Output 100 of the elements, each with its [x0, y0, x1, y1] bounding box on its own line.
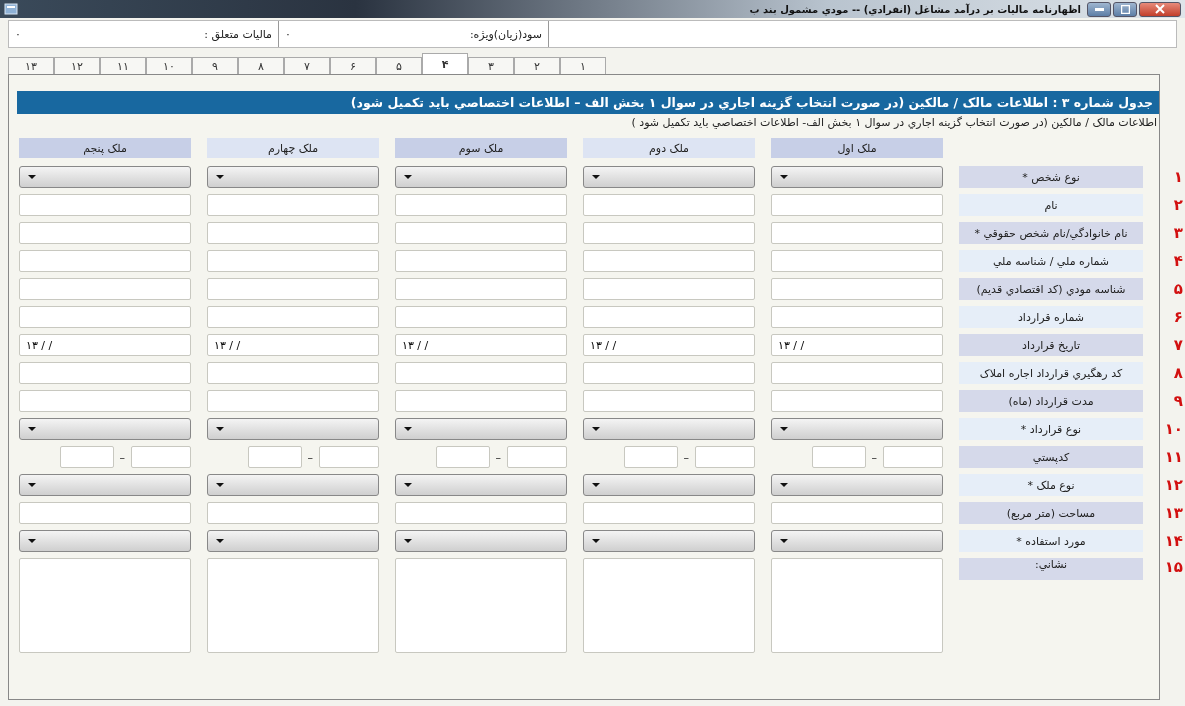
dropdown[interactable] — [19, 474, 191, 496]
input-field[interactable] — [19, 390, 191, 412]
input-field[interactable] — [395, 502, 567, 524]
maximize-button[interactable] — [1113, 1, 1137, 17]
input-field[interactable] — [395, 306, 567, 328]
dropdown[interactable] — [583, 530, 755, 552]
input-field[interactable] — [247, 446, 302, 468]
input-field[interactable] — [583, 194, 755, 216]
tab[interactable]: ۱۱ — [100, 57, 146, 74]
date-field[interactable]: ۱۳ / / — [395, 334, 567, 356]
input-field[interactable] — [583, 362, 755, 384]
text-area[interactable] — [207, 558, 379, 653]
input-field[interactable] — [19, 278, 191, 300]
input-field[interactable] — [19, 502, 191, 524]
input-field[interactable] — [19, 222, 191, 244]
input-field[interactable] — [771, 390, 943, 412]
input-field[interactable] — [207, 306, 379, 328]
dropdown[interactable] — [395, 418, 567, 440]
input-field[interactable] — [207, 278, 379, 300]
input-field[interactable] — [207, 250, 379, 272]
dropdown[interactable] — [771, 530, 943, 552]
input-field[interactable] — [207, 390, 379, 412]
input-field[interactable] — [583, 278, 755, 300]
text-area[interactable] — [771, 558, 943, 653]
input-field[interactable] — [583, 390, 755, 412]
input-field[interactable] — [395, 278, 567, 300]
tab[interactable]: ۵ — [376, 57, 422, 74]
input-field[interactable] — [771, 278, 943, 300]
input-field[interactable] — [319, 446, 379, 468]
date-field[interactable]: ۱۳ / / — [207, 334, 379, 356]
input-field[interactable] — [771, 222, 943, 244]
dropdown[interactable] — [583, 418, 755, 440]
input-field[interactable] — [19, 362, 191, 384]
input-field[interactable] — [771, 362, 943, 384]
tab[interactable]: ۳ — [468, 57, 514, 74]
input-field[interactable] — [131, 446, 191, 468]
tab[interactable]: ۸ — [238, 57, 284, 74]
input-field[interactable] — [583, 306, 755, 328]
input-field[interactable] — [883, 446, 943, 468]
input-field[interactable] — [395, 222, 567, 244]
close-button[interactable] — [1139, 1, 1181, 17]
input-field[interactable] — [507, 446, 567, 468]
tab[interactable]: ۴ — [422, 53, 468, 74]
dropdown[interactable] — [583, 474, 755, 496]
input-field[interactable] — [771, 306, 943, 328]
date-field[interactable]: ۱۳ / / — [583, 334, 755, 356]
dropdown[interactable] — [395, 166, 567, 188]
input-field[interactable] — [207, 194, 379, 216]
input-field[interactable] — [19, 194, 191, 216]
field-label: نشاني: — [959, 558, 1143, 580]
row-number: ۶ — [1172, 307, 1184, 328]
tab[interactable]: ۱ — [560, 57, 606, 74]
dropdown[interactable] — [207, 418, 379, 440]
field-label: کد رهگيري قرارداد اجاره املاک — [959, 362, 1143, 384]
input-field[interactable] — [583, 222, 755, 244]
date-field[interactable]: ۱۳ / / — [771, 334, 943, 356]
dropdown[interactable] — [207, 474, 379, 496]
tab[interactable]: ۷ — [284, 57, 330, 74]
tab[interactable]: ۱۰ — [146, 57, 192, 74]
input-field[interactable] — [395, 390, 567, 412]
dropdown[interactable] — [771, 474, 943, 496]
text-area[interactable] — [395, 558, 567, 653]
input-field[interactable] — [623, 446, 678, 468]
input-field[interactable] — [59, 446, 114, 468]
dropdown[interactable] — [395, 530, 567, 552]
input-field[interactable] — [19, 250, 191, 272]
caret-icon — [780, 427, 788, 431]
input-field[interactable] — [207, 222, 379, 244]
dropdown[interactable] — [19, 166, 191, 188]
input-field[interactable] — [395, 194, 567, 216]
dropdown[interactable] — [19, 530, 191, 552]
tab[interactable]: ۹ — [192, 57, 238, 74]
input-field[interactable] — [207, 502, 379, 524]
dropdown[interactable] — [583, 166, 755, 188]
dropdown[interactable] — [395, 474, 567, 496]
tab[interactable]: ۲ — [514, 57, 560, 74]
dropdown[interactable] — [207, 166, 379, 188]
input-field[interactable] — [207, 362, 379, 384]
dropdown[interactable] — [771, 166, 943, 188]
input-field[interactable] — [695, 446, 755, 468]
input-field[interactable] — [771, 502, 943, 524]
input-field[interactable] — [395, 250, 567, 272]
input-field[interactable] — [19, 306, 191, 328]
input-field[interactable] — [395, 362, 567, 384]
tab[interactable]: ۶ — [330, 57, 376, 74]
input-field[interactable] — [771, 250, 943, 272]
minimize-button[interactable] — [1087, 1, 1111, 17]
date-field[interactable]: ۱۳ / / — [19, 334, 191, 356]
input-field[interactable] — [583, 502, 755, 524]
input-field[interactable] — [811, 446, 866, 468]
text-area[interactable] — [583, 558, 755, 653]
dropdown[interactable] — [771, 418, 943, 440]
tab[interactable]: ۱۳ — [8, 57, 54, 74]
tab[interactable]: ۱۲ — [54, 57, 100, 74]
input-field[interactable] — [583, 250, 755, 272]
dropdown[interactable] — [19, 418, 191, 440]
input-field[interactable] — [435, 446, 490, 468]
input-field[interactable] — [771, 194, 943, 216]
dropdown[interactable] — [207, 530, 379, 552]
text-area[interactable] — [19, 558, 191, 653]
